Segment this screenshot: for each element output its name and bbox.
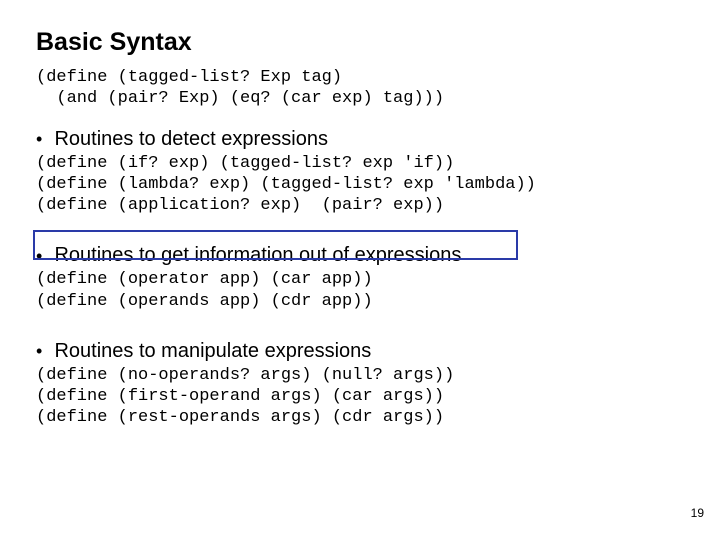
slide: Basic Syntax (define (tagged-list? Exp t… xyxy=(0,0,720,540)
bullet-text: Routines to manipulate expressions xyxy=(54,340,371,362)
code-block: (define (operator app) (car app)) (defin… xyxy=(36,269,684,312)
code-block: (define (if? exp) (tagged-list? exp 'if)… xyxy=(36,153,684,217)
bullet-row: • Routines to manipulate expressions xyxy=(36,340,684,363)
bullet-dot-icon: • xyxy=(36,342,50,360)
bullet-text: Routines to detect expressions xyxy=(54,128,328,150)
bullet-dot-icon: • xyxy=(36,247,50,265)
bullet-row: • Routines to get information out of exp… xyxy=(36,244,684,267)
bullet-dot-icon: • xyxy=(36,130,50,148)
bullet-text: Routines to get information out of expre… xyxy=(54,244,461,266)
slide-title: Basic Syntax xyxy=(36,28,684,57)
intro-code-block: (define (tagged-list? Exp tag) (and (pai… xyxy=(36,67,684,110)
code-block: (define (no-operands? args) (null? args)… xyxy=(36,365,684,429)
page-number: 19 xyxy=(691,506,704,520)
bullet-row: • Routines to detect expressions xyxy=(36,128,684,151)
